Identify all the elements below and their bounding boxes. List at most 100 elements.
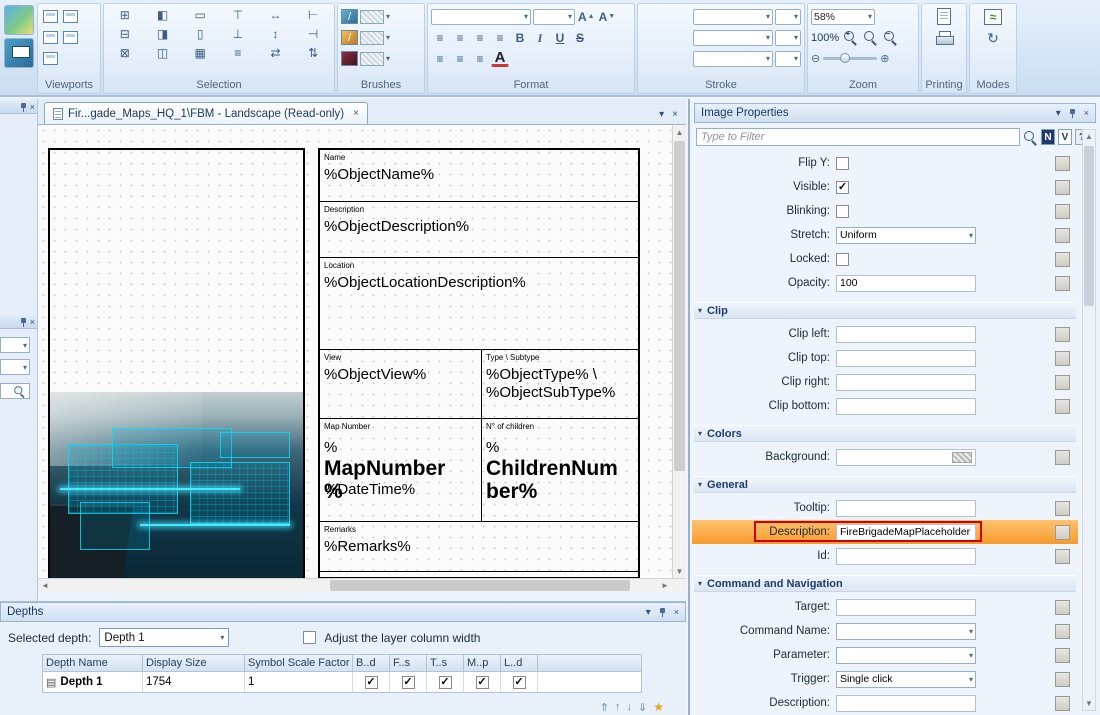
zoom-fit-icon[interactable]: − <box>881 29 899 47</box>
page-setup-icon[interactable] <box>935 8 953 26</box>
filter-name-toggle[interactable]: N <box>1041 129 1055 145</box>
align-top-icon[interactable]: ⊤ <box>226 6 250 24</box>
align-middle-icon[interactable]: ≡ <box>226 44 250 62</box>
pin-icon[interactable] <box>1068 108 1077 119</box>
template-field-name[interactable]: Name %ObjectName% <box>320 150 638 202</box>
collapsed-dropdown[interactable]: ▾ <box>0 337 30 353</box>
design-mode-icon[interactable]: ≈ <box>983 8 1003 26</box>
zoom-level-select[interactable]: 58%▾ <box>811 9 875 25</box>
vertical-align-middle-icon[interactable]: ≡ <box>451 50 469 68</box>
template-field-view[interactable]: View %ObjectView% <box>320 350 482 418</box>
column-header[interactable]: Symbol Scale Factor <box>245 655 353 671</box>
font-family-select[interactable]: ▾ <box>431 9 531 25</box>
property-state-button[interactable] <box>1055 600 1070 615</box>
close-icon[interactable]: × <box>1084 109 1089 118</box>
property-state-button[interactable] <box>1055 399 1070 414</box>
selected-depth-select[interactable]: Depth 1▾ <box>99 628 229 647</box>
zoom-out-icon[interactable]: ⊖ <box>811 52 820 65</box>
flip-vertical-icon[interactable]: ⇅ <box>301 44 325 62</box>
tab-close-icon[interactable]: × <box>353 108 359 119</box>
column-header[interactable]: Display Size <box>143 655 245 671</box>
depth-table-row[interactable]: ▤Depth 1 1754 1 <box>42 672 642 693</box>
group-icon[interactable]: ▦ <box>188 44 212 62</box>
cut-icon[interactable]: ⊟ <box>113 25 137 43</box>
property-state-button[interactable] <box>1055 375 1070 390</box>
flip-horizontal-icon[interactable]: ⇄ <box>264 44 288 62</box>
property-state-button[interactable] <box>1055 351 1070 366</box>
chevron-down-icon[interactable]: ▾ <box>386 54 390 63</box>
runtime-mode-icon[interactable]: ↻ <box>984 29 1002 47</box>
horizontal-scroll-thumb[interactable] <box>330 580 630 591</box>
tile-viewports-icon[interactable] <box>41 29 59 47</box>
template-field-children[interactable]: N° of children % ChildrenNumber% <box>482 419 638 521</box>
selection-lasso-icon[interactable]: ▯ <box>188 25 212 43</box>
scroll-up-icon[interactable]: ▲ <box>673 125 686 139</box>
property-input[interactable] <box>836 695 976 712</box>
property-checkbox[interactable] <box>836 181 849 194</box>
depth-flag-checkbox[interactable] <box>476 676 489 689</box>
properties-scrollbar[interactable]: ▲ ▼ <box>1082 129 1096 711</box>
placeholder-photo[interactable] <box>50 392 303 578</box>
property-input[interactable] <box>836 500 976 517</box>
close-icon[interactable]: × <box>674 608 679 617</box>
grow-font-icon[interactable]: A▲ <box>577 8 596 26</box>
adjust-width-checkbox[interactable] <box>303 631 316 644</box>
close-icon[interactable]: × <box>30 103 35 112</box>
anchor-left-icon[interactable]: ⊢ <box>301 6 325 24</box>
underline-button[interactable]: U <box>551 29 569 47</box>
property-state-button[interactable] <box>1055 450 1070 465</box>
property-state-button[interactable] <box>1055 276 1070 291</box>
move-bottom-icon[interactable]: ⇓ <box>638 701 647 714</box>
section-header-colors[interactable]: ▾Colors <box>694 425 1076 442</box>
property-state-button[interactable] <box>1055 252 1070 267</box>
tab-list-menu-icon[interactable]: ▾ <box>659 109 664 120</box>
move-top-icon[interactable]: ⇑ <box>600 701 609 714</box>
close-viewport-icon[interactable] <box>41 50 59 68</box>
column-header[interactable]: B..d <box>353 655 390 671</box>
brush-pattern-swatch[interactable] <box>360 10 384 24</box>
properties-scroll-thumb[interactable] <box>1084 146 1094 306</box>
property-state-button[interactable] <box>1055 501 1070 516</box>
template-field-location[interactable]: Location %ObjectLocationDescription% <box>320 258 638 350</box>
template-field-remarks[interactable]: Remarks %Remarks% <box>320 522 638 572</box>
scroll-left-icon[interactable]: ◄ <box>38 579 52 592</box>
zoom-slider-thumb[interactable] <box>840 53 850 63</box>
section-header-general[interactable]: ▾General <box>694 476 1076 493</box>
property-select[interactable]: ▾ <box>836 623 976 640</box>
close-document-icon[interactable]: × <box>672 109 678 120</box>
property-state-button[interactable] <box>1055 327 1070 342</box>
scroll-up-icon[interactable]: ▲ <box>1083 130 1095 143</box>
property-state-button[interactable] <box>1055 525 1070 540</box>
italic-button[interactable]: I <box>531 29 549 47</box>
clone-viewport-icon[interactable] <box>61 8 79 26</box>
map-photo-placeholder-box[interactable] <box>48 148 305 578</box>
vertical-scrollbar[interactable]: ▲ ▼ <box>672 125 686 578</box>
cascade-viewports-icon[interactable] <box>61 29 79 47</box>
property-input[interactable]: 100 <box>836 275 976 292</box>
depth-flag-checkbox[interactable] <box>365 676 378 689</box>
property-select[interactable]: Uniform▾ <box>836 227 976 244</box>
search-icon[interactable] <box>1023 130 1038 145</box>
distribute-horizontal-icon[interactable]: ↔ <box>264 6 288 24</box>
property-input[interactable] <box>836 326 976 343</box>
close-icon[interactable]: × <box>30 318 35 327</box>
edit-view-icon[interactable] <box>4 38 34 68</box>
column-header[interactable]: L..d <box>501 655 538 671</box>
property-checkbox[interactable] <box>836 253 849 266</box>
distribute-vertical-icon[interactable]: ↕ <box>264 25 288 43</box>
drawing-canvas[interactable]: Name %ObjectName% Description %ObjectDes… <box>38 125 686 578</box>
strikethrough-button[interactable]: S <box>571 29 589 47</box>
move-down-icon[interactable]: ↓ <box>627 701 633 713</box>
template-field-type[interactable]: Type \ Subtype %ObjectType% \ %ObjectSub… <box>482 350 638 418</box>
color-picker-button[interactable] <box>952 452 972 463</box>
collapsed-dropdown[interactable]: ▾ <box>0 359 30 375</box>
column-header[interactable]: M..p <box>464 655 501 671</box>
chevron-down-icon[interactable]: ▾ <box>386 12 390 21</box>
property-state-button[interactable] <box>1055 204 1070 219</box>
depth-flag-checkbox[interactable] <box>439 676 452 689</box>
delete-icon[interactable]: ⊠ <box>113 44 137 62</box>
font-size-select[interactable]: ▾ <box>533 9 575 25</box>
property-state-button[interactable] <box>1055 180 1070 195</box>
favorite-star-icon[interactable]: ★ <box>653 700 664 714</box>
map-image-icon[interactable] <box>4 5 34 35</box>
